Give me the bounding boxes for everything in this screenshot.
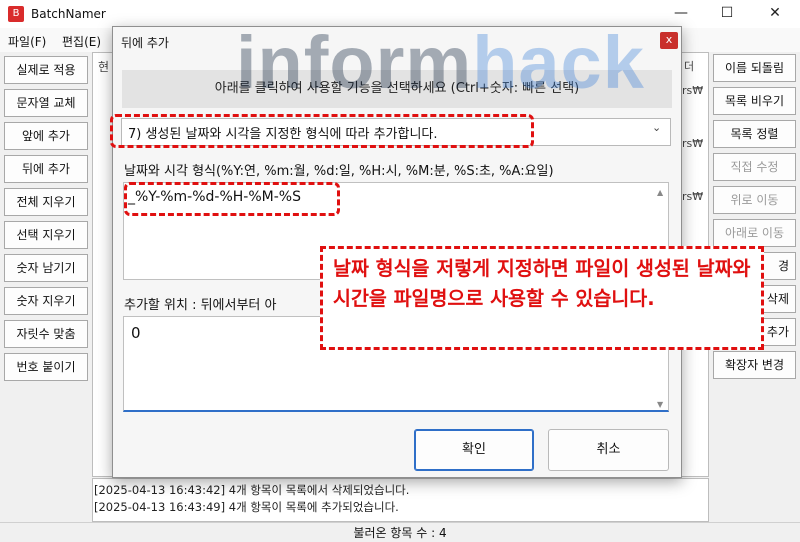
close-window-button[interactable]: ✕ — [752, 2, 798, 26]
pad-digits-button[interactable]: 자릿수 맞춤 — [4, 320, 88, 348]
annotation-callout-text: 날짜 형식을 저렇게 지정하면 파일이 생성된 날짜와 시간을 파일명으로 사용… — [333, 257, 751, 310]
menu-edit[interactable]: 편집(E) — [62, 33, 101, 50]
append-button[interactable]: 뒤에 추가 — [4, 155, 88, 183]
prepend-button[interactable]: 앞에 추가 — [4, 122, 88, 150]
scroll-down-icon[interactable]: ▼ — [657, 400, 663, 409]
dialog-title: 뒤에 추가 — [121, 36, 169, 50]
menu-file[interactable]: 파일(F) — [8, 33, 46, 50]
cancel-button[interactable]: 취소 — [548, 429, 669, 471]
move-down-button[interactable]: 아래로 이동 — [713, 219, 796, 247]
position-label: 추가할 위치 : 뒤에서부터 아 — [124, 298, 277, 313]
sort-list-button[interactable]: 목록 정렬 — [713, 120, 796, 148]
position-value: 0 — [131, 324, 141, 342]
file-list-peek-3: rs₩ — [682, 137, 704, 150]
keep-numbers-button[interactable]: 숫자 남기기 — [4, 254, 88, 282]
scroll-up-icon[interactable]: ▲ — [657, 188, 663, 197]
minimize-button[interactable]: — — [658, 2, 704, 26]
empty-list-button[interactable]: 목록 비우기 — [713, 87, 796, 115]
apply-button[interactable]: 실제로 적용 — [4, 56, 88, 84]
file-list-peek-1: 더 — [684, 60, 695, 73]
file-list-header: 현 — [98, 60, 110, 74]
edit-directly-button[interactable]: 직접 수정 — [713, 153, 796, 181]
app-title: BatchNamer — [31, 7, 106, 21]
change-extension-button[interactable]: 확장자 변경 — [713, 351, 796, 379]
maximize-button[interactable]: ☐ — [704, 2, 750, 26]
clear-selection-button[interactable]: 선택 지우기 — [4, 221, 88, 249]
move-up-button[interactable]: 위로 이동 — [713, 186, 796, 214]
clear-all-button[interactable]: 전체 지우기 — [4, 188, 88, 216]
select-highlight — [110, 114, 534, 148]
loaded-count-status: 불러온 항목 수 : 4 — [353, 526, 447, 540]
format-highlight — [124, 182, 340, 216]
watermark-part-1: inform — [236, 21, 473, 104]
revert-names-button[interactable]: 이름 되돌림 — [713, 54, 796, 82]
ok-button[interactable]: 확인 — [414, 429, 534, 471]
replace-string-button[interactable]: 문자열 교체 — [4, 89, 88, 117]
file-list-peek-4: rs₩ — [682, 190, 704, 203]
watermark-logo: informhack — [236, 20, 645, 105]
watermark-part-2: hack — [472, 21, 645, 104]
remove-numbers-button[interactable]: 숫자 지우기 — [4, 287, 88, 315]
chevron-down-icon[interactable]: ⌄ — [652, 121, 661, 134]
log-line: [2025-04-13 16:43:49] 4개 항목이 목록에 추가되었습니다… — [94, 500, 399, 514]
dialog-close-button[interactable]: x — [660, 32, 678, 49]
log-line: [2025-04-13 16:43:42] 4개 항목이 목록에서 삭제되었습니… — [94, 483, 410, 497]
file-list-peek-2: rs₩ — [682, 84, 704, 97]
batchnamer-logo-icon: B — [8, 6, 24, 22]
date-format-label: 날짜와 시각 형식(%Y:연, %m:월, %d:일, %H:시, %M:분, … — [124, 164, 554, 179]
numbering-button[interactable]: 번호 붙이기 — [4, 353, 88, 381]
